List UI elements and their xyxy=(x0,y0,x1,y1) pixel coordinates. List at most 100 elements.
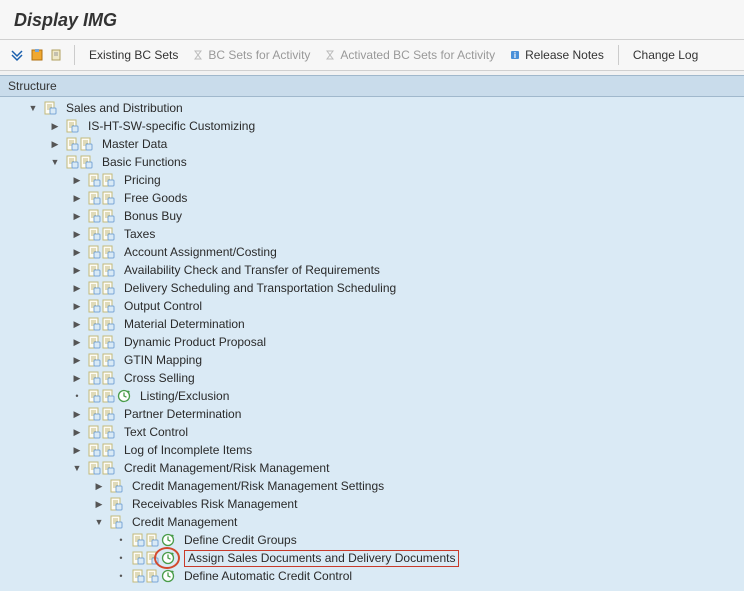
node-label[interactable]: Output Control xyxy=(124,299,202,313)
tree-row[interactable]: ▶Pricing xyxy=(0,171,744,189)
tree-row[interactable]: ▶Bonus Buy xyxy=(0,207,744,225)
document-icon[interactable] xyxy=(145,551,159,565)
activity-clock-icon[interactable] xyxy=(161,551,175,565)
document-icon[interactable] xyxy=(79,137,93,151)
node-label[interactable]: Material Determination xyxy=(124,317,245,331)
document-icon[interactable] xyxy=(87,173,101,187)
tree-row[interactable]: ▶Availability Check and Transfer of Requ… xyxy=(0,261,744,279)
tree-row[interactable]: •Define Automatic Credit Control xyxy=(0,567,744,585)
expand-toggle[interactable]: ▶ xyxy=(70,335,84,349)
tree-row[interactable]: ▶ GTIN Mapping xyxy=(0,351,744,369)
document-icon[interactable] xyxy=(87,209,101,223)
expand-toggle[interactable]: ▶ xyxy=(70,263,84,277)
node-label[interactable]: IS-HT-SW-specific Customizing xyxy=(88,119,255,133)
expand-toggle[interactable]: ▶ xyxy=(70,191,84,205)
document-icon[interactable] xyxy=(79,155,93,169)
document-icon[interactable] xyxy=(101,425,115,439)
tree-row[interactable]: ▶ Master Data xyxy=(0,135,744,153)
document-icon[interactable] xyxy=(101,335,115,349)
node-label[interactable]: Free Goods xyxy=(124,191,187,205)
expand-toggle[interactable]: ▶ xyxy=(70,299,84,313)
tree-row[interactable]: ▼ Sales and Distribution xyxy=(0,99,744,117)
tree-row[interactable]: ▶Delivery Scheduling and Transportation … xyxy=(0,279,744,297)
expand-toggle[interactable]: ▶ xyxy=(48,119,62,133)
expand-toggle[interactable]: ▶ xyxy=(70,227,84,241)
document-icon[interactable] xyxy=(101,317,115,331)
activity-clock-icon[interactable] xyxy=(161,533,175,547)
node-label[interactable]: Cross Selling xyxy=(124,371,195,385)
document-icon[interactable] xyxy=(131,569,145,583)
tree-row[interactable]: ▶Account Assignment/Costing xyxy=(0,243,744,261)
document-icon[interactable] xyxy=(87,353,101,367)
document-icon[interactable] xyxy=(101,227,115,241)
document-icon[interactable] xyxy=(87,443,101,457)
document-icon[interactable] xyxy=(87,389,101,403)
expand-toggle[interactable]: ▶ xyxy=(70,281,84,295)
document-icon[interactable] xyxy=(101,443,115,457)
expand-toggle[interactable]: ▶ xyxy=(70,353,84,367)
node-label[interactable]: Master Data xyxy=(102,137,167,151)
node-label[interactable]: Credit Management/Risk Management xyxy=(124,461,329,475)
tree-row[interactable]: •Define Credit Groups xyxy=(0,531,744,549)
document-icon[interactable] xyxy=(101,173,115,187)
tree-row[interactable]: ▼Basic Functions xyxy=(0,153,744,171)
tree-row[interactable]: ▶Log of Incomplete Items xyxy=(0,441,744,459)
collapse-toggle[interactable]: ▼ xyxy=(92,515,106,529)
document-icon[interactable] xyxy=(101,209,115,223)
document-icon[interactable] xyxy=(87,461,101,475)
node-label[interactable]: Receivables Risk Management xyxy=(132,497,297,511)
expand-toggle[interactable]: ▶ xyxy=(70,317,84,331)
tree-row[interactable]: ▶ Credit Management/Risk Management Setti… xyxy=(0,477,744,495)
document-icon[interactable] xyxy=(87,227,101,241)
tree-row[interactable]: ▶ Cross Selling xyxy=(0,369,744,387)
node-label[interactable]: Dynamic Product Proposal xyxy=(124,335,266,349)
tree-row[interactable]: ▶ IS-HT-SW-specific Customizing xyxy=(0,117,744,135)
document-icon[interactable] xyxy=(87,371,101,385)
document-icon[interactable] xyxy=(131,533,145,547)
tree-row[interactable]: ▶ Receivables Risk Management xyxy=(0,495,744,513)
expand-toggle[interactable]: ▶ xyxy=(92,479,106,493)
node-label[interactable]: Credit Management xyxy=(132,515,237,529)
change-log-button[interactable]: Change Log xyxy=(627,46,704,64)
document-icon[interactable] xyxy=(65,119,79,133)
expand-toggle[interactable]: ▶ xyxy=(92,497,106,511)
node-label[interactable]: GTIN Mapping xyxy=(124,353,202,367)
release-notes-button[interactable]: i Release Notes xyxy=(503,46,610,64)
tree-row[interactable]: •Assign Sales Documents and Delivery Doc… xyxy=(0,549,744,567)
document-icon[interactable] xyxy=(145,569,159,583)
document-icon[interactable] xyxy=(101,407,115,421)
tree-row[interactable]: ▶Taxes xyxy=(0,225,744,243)
document-icon[interactable] xyxy=(145,533,159,547)
document-icon[interactable] xyxy=(101,389,115,403)
document-icon[interactable] xyxy=(87,263,101,277)
document-icon[interactable] xyxy=(101,245,115,259)
document-icon[interactable] xyxy=(101,281,115,295)
collapse-toggle[interactable]: ▼ xyxy=(26,101,40,115)
document-icon[interactable] xyxy=(87,299,101,313)
document-icon[interactable] xyxy=(109,497,123,511)
tree-row[interactable]: ▶Text Control xyxy=(0,423,744,441)
document-icon[interactable] xyxy=(101,263,115,277)
node-label[interactable]: Define Credit Groups xyxy=(184,533,297,547)
collapse-toggle[interactable]: ▼ xyxy=(48,155,62,169)
node-label[interactable]: Account Assignment/Costing xyxy=(124,245,277,259)
bc-sets-activity-button[interactable]: BC Sets for Activity xyxy=(186,46,316,64)
activity-clock-icon[interactable] xyxy=(161,569,175,583)
document-icon[interactable] xyxy=(87,335,101,349)
document-icon[interactable] xyxy=(109,479,123,493)
node-label[interactable]: Credit Management/Risk Management Settin… xyxy=(132,479,384,493)
find-icon[interactable] xyxy=(48,46,66,64)
node-label[interactable]: Assign Sales Documents and Delivery Docu… xyxy=(184,550,459,567)
document-icon[interactable] xyxy=(43,101,57,115)
activity-clock-icon[interactable] xyxy=(117,389,131,403)
node-label[interactable]: Pricing xyxy=(124,173,161,187)
tree-row[interactable]: ▶ Dynamic Product Proposal xyxy=(0,333,744,351)
expand-toggle[interactable]: ▶ xyxy=(48,137,62,151)
expand-toggle[interactable]: ▶ xyxy=(70,425,84,439)
document-icon[interactable] xyxy=(65,137,79,151)
node-label[interactable]: Sales and Distribution xyxy=(66,101,183,115)
node-label[interactable]: Listing/Exclusion xyxy=(140,389,229,403)
tree-row[interactable]: ▶ Material Determination xyxy=(0,315,744,333)
tree-row[interactable]: ▼Credit Management/Risk Management xyxy=(0,459,744,477)
expand-toggle[interactable]: ▶ xyxy=(70,371,84,385)
